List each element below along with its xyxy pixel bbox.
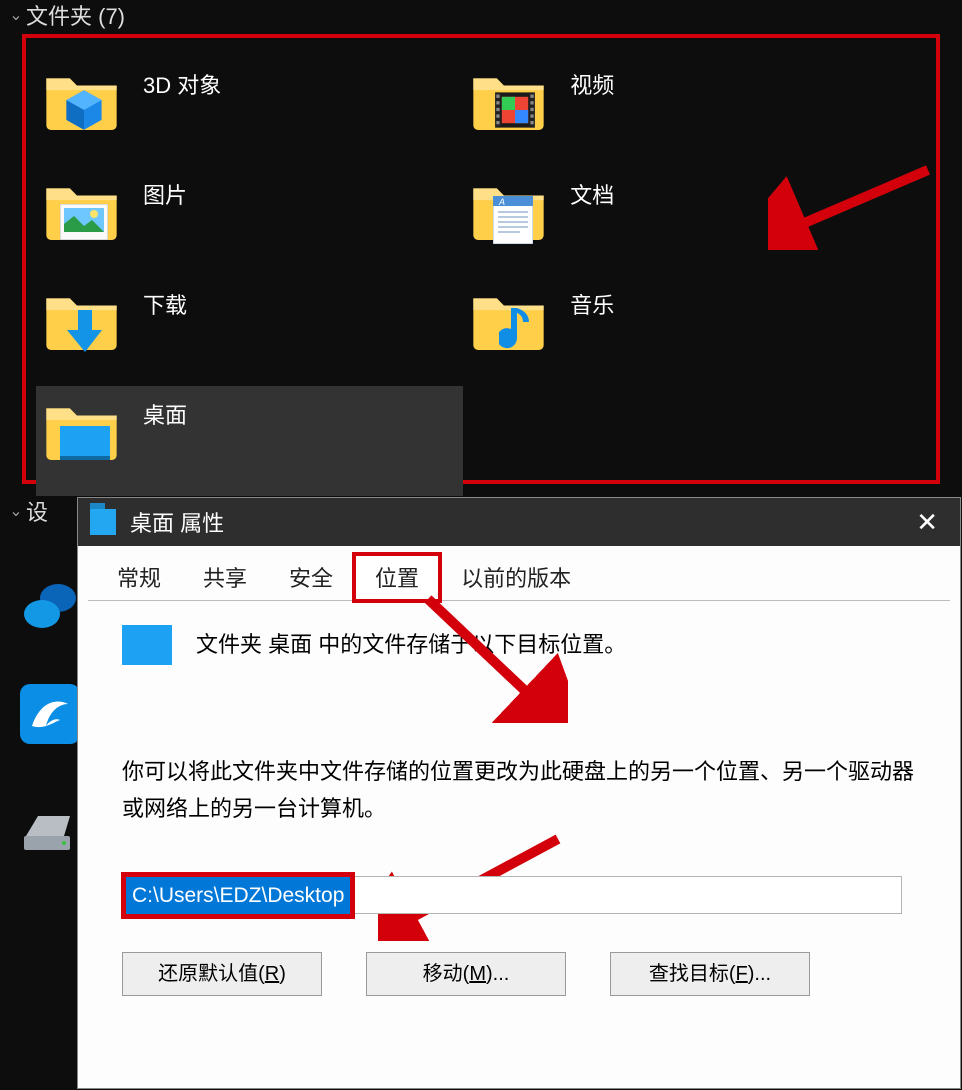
desktop-icon <box>90 509 116 535</box>
annotation-arrow-icon <box>768 160 938 250</box>
dialog-titlebar[interactable]: 桌面 属性 ✕ <box>78 498 960 546</box>
folder-label: 视频 <box>570 62 614 100</box>
folder-icon <box>471 282 546 357</box>
folder-label: 下载 <box>143 282 187 320</box>
tabs-bar: 常规 共享 安全 位置 以前的版本 <box>78 546 960 600</box>
folders-section-title: 文件夹 (7) <box>26 0 125 31</box>
folder-desktop[interactable]: 桌面 <box>36 386 463 496</box>
device-icons-column <box>20 560 85 888</box>
folder-pictures[interactable]: 图片 <box>36 166 463 276</box>
folder-label: 文档 <box>570 172 614 210</box>
dialog-buttons-row: 还原默认值(R) 移动(M)... 查找目标(F)... <box>122 952 916 996</box>
folder-label: 音乐 <box>570 282 614 320</box>
folder-3d-objects[interactable]: 3D 对象 <box>36 56 463 166</box>
folder-icon <box>471 62 546 137</box>
folder-icon <box>44 62 119 137</box>
drive-icon[interactable] <box>20 684 80 744</box>
chevron-down-icon: ⌄ <box>6 5 26 25</box>
folders-grid: 3D 对象 视频 图片 A 文档 <box>26 38 936 514</box>
properties-dialog: 桌面 属性 ✕ 常规 共享 安全 位置 以前的版本 文件夹 桌面 中的文件存储于… <box>78 498 960 1088</box>
folder-label: 图片 <box>143 172 187 210</box>
move-button[interactable]: 移动(M)... <box>366 952 566 996</box>
path-field-wrap: C:\Users\EDZ\Desktop <box>122 872 916 922</box>
find-target-button[interactable]: 查找目标(F)... <box>610 952 810 996</box>
folder-icon <box>44 172 119 247</box>
tab-security[interactable]: 安全 <box>268 554 354 600</box>
tab-share[interactable]: 共享 <box>182 554 268 600</box>
location-description-2: 你可以将此文件夹中文件存储的位置更改为此硬盘上的另一个位置、另一个驱动器或网络上… <box>122 753 916 828</box>
restore-defaults-button[interactable]: 还原默认值(R) <box>122 952 322 996</box>
folder-label: 桌面 <box>143 392 187 430</box>
annotation-box-folders: 3D 对象 视频 图片 A 文档 <box>22 34 940 484</box>
folder-icon <box>44 392 119 467</box>
folder-label: 3D 对象 <box>143 62 221 100</box>
desktop-icon <box>122 625 172 665</box>
folders-section-header[interactable]: ⌄ 文件夹 (7) <box>0 0 962 30</box>
folder-icon <box>44 282 119 357</box>
dialog-title: 桌面 属性 <box>130 506 224 538</box>
drive-icon[interactable] <box>20 580 80 640</box>
svg-text:A: A <box>498 197 505 207</box>
drive-icon[interactable] <box>20 808 80 868</box>
folder-videos[interactable]: 视频 <box>463 56 890 166</box>
folder-downloads[interactable]: 下载 <box>36 276 463 386</box>
folder-music[interactable]: 音乐 <box>463 276 890 386</box>
path-value-selected[interactable]: C:\Users\EDZ\Desktop <box>121 872 355 920</box>
tab-general[interactable]: 常规 <box>96 554 182 600</box>
chevron-down-icon: ⌄ <box>6 501 26 521</box>
folder-icon: A <box>471 172 546 247</box>
annotation-arrow-icon <box>388 593 568 723</box>
close-icon[interactable]: ✕ <box>906 507 948 538</box>
